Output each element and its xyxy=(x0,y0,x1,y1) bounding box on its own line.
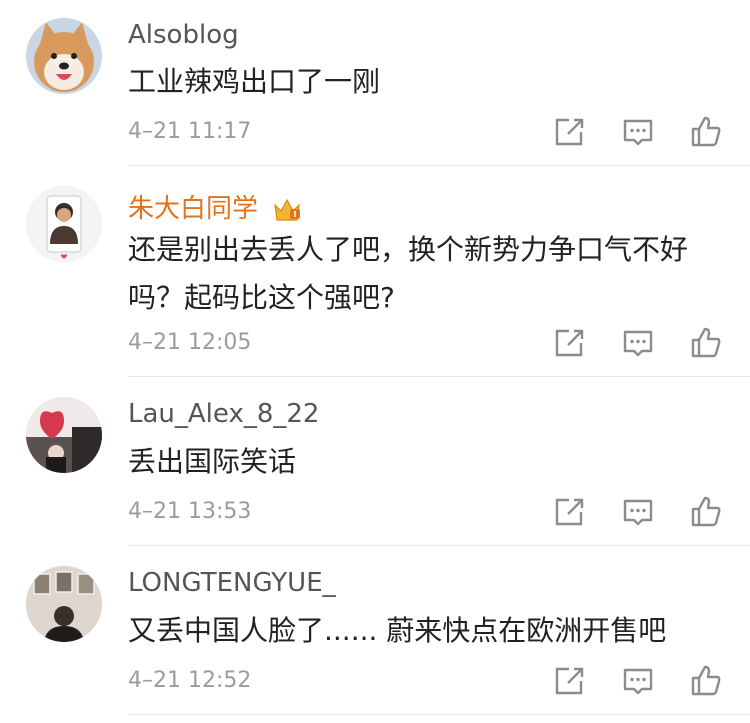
forward-icon xyxy=(555,118,584,146)
comment-icon xyxy=(623,668,653,695)
forward-icon xyxy=(555,498,584,526)
reply-button[interactable] xyxy=(618,492,658,532)
comment-text: 丢出国际笑话 xyxy=(128,445,297,478)
forward-icon xyxy=(555,329,584,357)
portrait-avatar-image xyxy=(26,566,102,642)
forward-button[interactable] xyxy=(550,323,590,363)
forward-button[interactable] xyxy=(550,661,590,701)
like-button[interactable] xyxy=(686,492,726,532)
like-button[interactable] xyxy=(686,323,726,363)
username-label: 朱大白同学 xyxy=(128,194,259,224)
avatar[interactable] xyxy=(26,397,102,473)
avatar[interactable] xyxy=(26,18,102,94)
divider xyxy=(128,376,750,377)
comment-actions xyxy=(0,492,750,532)
divider xyxy=(128,714,750,715)
comment-text: 工业辣鸡出口了一刚 xyxy=(128,65,381,98)
forward-icon xyxy=(555,667,584,695)
comment-actions xyxy=(0,323,750,363)
forward-button[interactable] xyxy=(550,112,590,152)
username[interactable]: LONGTENGYUE_ xyxy=(128,568,336,598)
reply-button[interactable] xyxy=(618,661,658,701)
comment-icon xyxy=(623,499,653,526)
avatar[interactable] xyxy=(26,186,102,262)
thumbs-up-icon xyxy=(691,496,721,527)
thumbs-up-icon xyxy=(691,116,721,147)
like-button[interactable] xyxy=(686,661,726,701)
heart-collage-avatar-image xyxy=(26,397,102,473)
vip-crown-icon xyxy=(272,195,302,225)
like-button[interactable] xyxy=(686,112,726,152)
comment-text: 还是别出去丢人了吧，换个新势力争口气不好吗？起码比这个强吧? xyxy=(128,233,689,314)
divider xyxy=(128,545,750,546)
username[interactable]: Lau_Alex_8_22 xyxy=(128,399,319,429)
comment-actions xyxy=(0,112,750,152)
username[interactable]: Alsoblog xyxy=(128,20,239,50)
avatar[interactable] xyxy=(26,566,102,642)
comment-icon xyxy=(623,330,653,357)
thumbs-up-icon xyxy=(691,327,721,358)
divider xyxy=(128,165,750,166)
comment-actions xyxy=(0,661,750,701)
comment-icon xyxy=(623,119,653,146)
thumbs-up-icon xyxy=(691,665,721,696)
reply-button[interactable] xyxy=(618,323,658,363)
shiba-dog-avatar-image xyxy=(26,18,102,94)
comment-text: 又丢中国人脸了...... 蔚来快点在欧洲开售吧 xyxy=(128,614,667,647)
reply-button[interactable] xyxy=(618,112,658,152)
user-photo-avatar-image xyxy=(26,186,102,262)
username[interactable]: 朱大白同学 xyxy=(128,188,302,225)
forward-button[interactable] xyxy=(550,492,590,532)
